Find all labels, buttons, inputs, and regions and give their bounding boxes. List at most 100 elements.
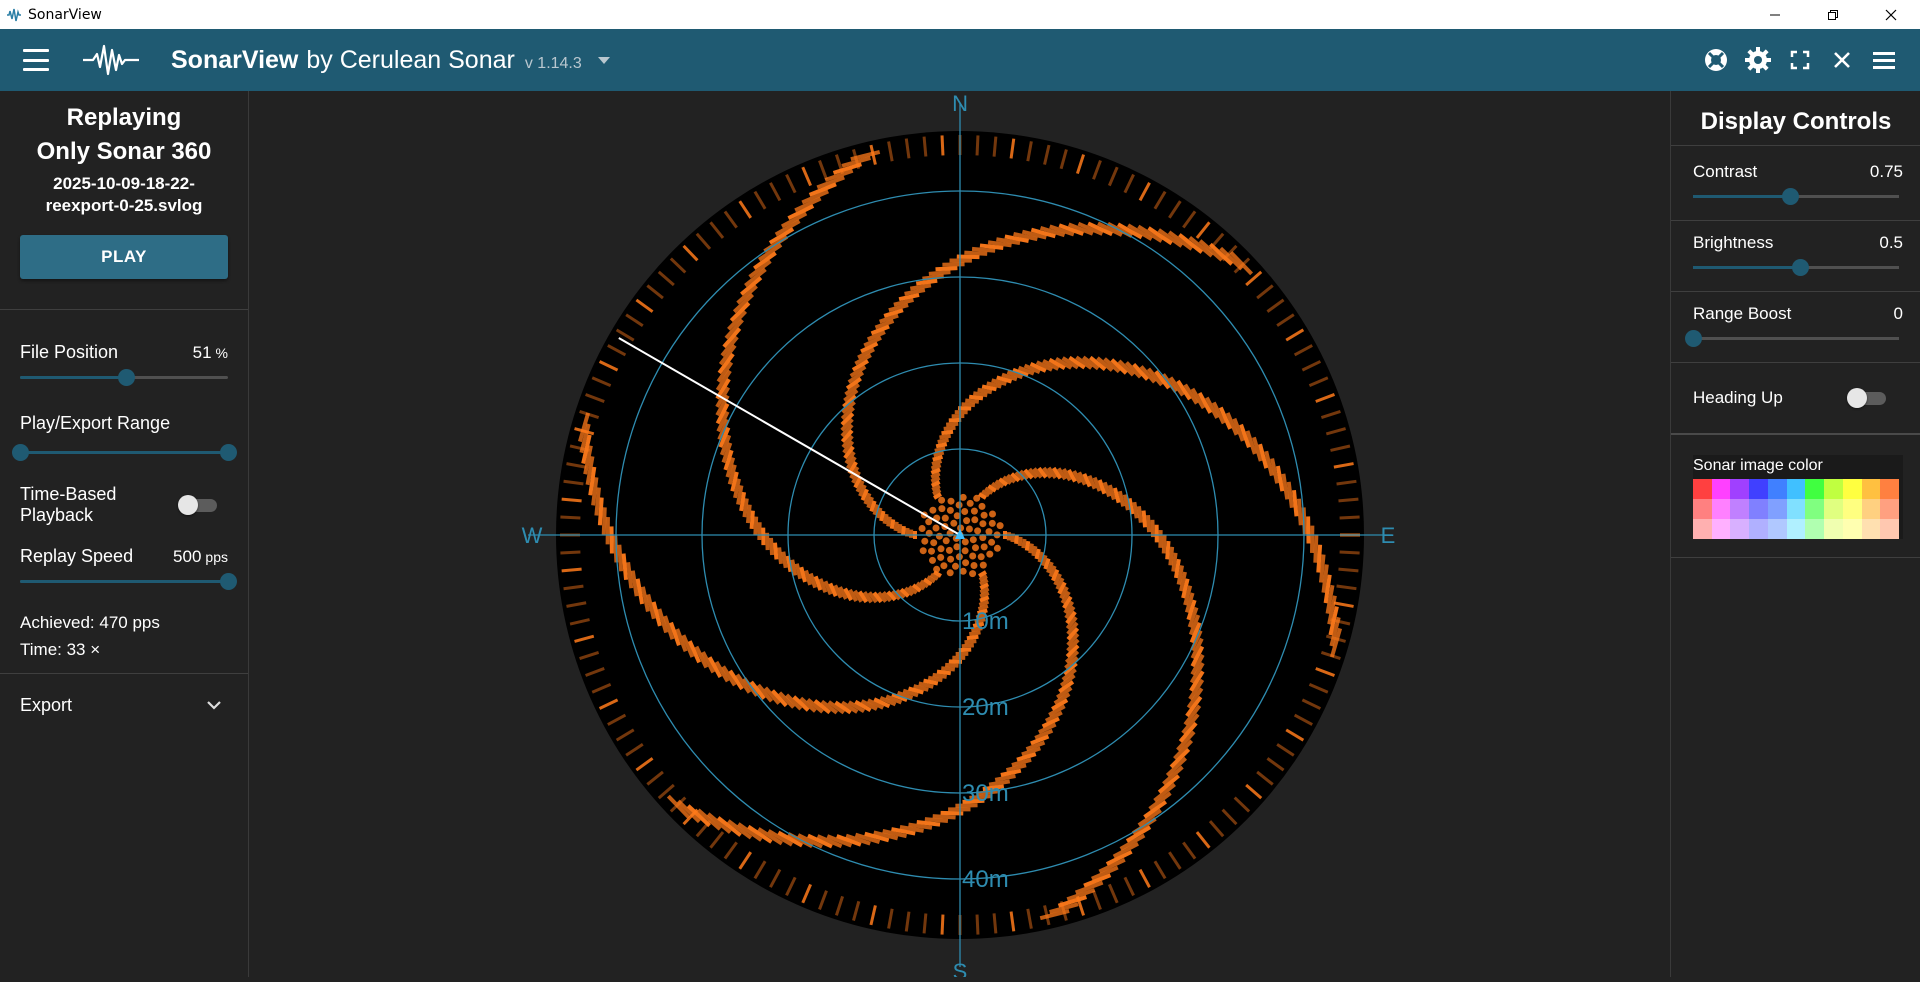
echo-mark (996, 522, 1004, 530)
color-swatch[interactable] (1711, 479, 1731, 499)
fullscreen-button[interactable] (1786, 46, 1814, 74)
color-swatch[interactable] (1767, 519, 1787, 539)
color-swatch[interactable] (1824, 499, 1843, 519)
color-swatch[interactable] (1749, 479, 1768, 499)
color-swatch[interactable] (1767, 479, 1787, 499)
color-swatch[interactable] (1805, 479, 1825, 499)
color-swatch[interactable] (1824, 479, 1843, 499)
echo-mark (963, 517, 971, 525)
replay-speed-slider[interactable] (20, 571, 237, 591)
color-swatch[interactable] (1880, 519, 1899, 539)
file-position-slider[interactable] (20, 367, 228, 387)
sidebar-menu-icon[interactable] (23, 49, 49, 71)
echo-mark (930, 539, 938, 547)
play-button[interactable]: PLAY (20, 235, 228, 279)
brand-by: by Cerulean Sonar (306, 45, 515, 74)
color-swatch[interactable] (1805, 519, 1825, 539)
color-swatch[interactable] (1786, 479, 1806, 499)
restore-button[interactable] (1804, 0, 1862, 29)
compass-north-label: N (952, 91, 968, 116)
color-swatch[interactable] (1749, 519, 1768, 539)
heading-up-toggle[interactable] (1847, 388, 1889, 408)
color-swatch[interactable] (1842, 519, 1862, 539)
brand-name: SonarView (171, 45, 299, 74)
color-swatch[interactable] (1880, 479, 1899, 499)
display-controls-panel: Display Controls Contrast 0.75 Brightnes… (1670, 91, 1920, 977)
play-export-range-slider[interactable] (12, 442, 237, 462)
echo-mark (965, 525, 973, 533)
color-swatch[interactable] (1693, 519, 1712, 539)
replay-speed-row: Replay Speed 500 pps (0, 546, 248, 567)
color-swatch[interactable] (1861, 499, 1881, 519)
version-dropdown-icon[interactable] (597, 56, 610, 64)
color-swatch[interactable] (1693, 479, 1712, 499)
app-header: SonarView by Cerulean Sonar v 1.14.3 (0, 29, 1920, 91)
color-swatch[interactable] (1786, 519, 1806, 539)
main-menu-button[interactable] (1870, 46, 1898, 74)
echo-mark (980, 511, 988, 519)
color-swatch[interactable] (1749, 499, 1768, 519)
contrast-thumb[interactable] (1781, 188, 1799, 205)
contrast-slider[interactable] (1693, 186, 1899, 206)
log-filename-line1: 2025-10-09-18-22- (53, 174, 195, 193)
brightness-thumb[interactable] (1792, 259, 1810, 276)
color-swatch[interactable] (1880, 499, 1899, 519)
color-swatch[interactable] (1711, 499, 1731, 519)
echo-mark (951, 414, 965, 419)
color-swatch[interactable] (1861, 519, 1881, 539)
device-name: Only Sonar 360 (36, 138, 212, 165)
time-based-toggle[interactable] (178, 495, 220, 515)
help-button[interactable] (1702, 46, 1730, 74)
color-swatch[interactable] (1693, 499, 1712, 519)
fullscreen-icon (1790, 50, 1810, 70)
echo-mark (929, 506, 937, 514)
minimize-button[interactable] (1746, 0, 1804, 29)
sonar-display[interactable]: N S W E 10m 20m 30m 40m (249, 91, 1670, 982)
echo-mark (940, 562, 948, 570)
settings-button[interactable] (1744, 46, 1772, 74)
echo-mark (937, 553, 945, 561)
menu-icon (1873, 52, 1895, 69)
help-icon (1705, 49, 1727, 71)
echo-mark (986, 550, 994, 558)
echo-mark (977, 553, 985, 561)
export-expander[interactable]: Export (0, 674, 248, 736)
range-end-thumb[interactable] (220, 444, 237, 461)
echo-mark (952, 562, 959, 570)
color-swatch[interactable] (1730, 499, 1750, 519)
echo-mark (1006, 532, 1012, 541)
file-position-thumb[interactable] (118, 369, 136, 386)
compass-east-label: E (1381, 523, 1396, 548)
range-boost-thumb[interactable] (1685, 330, 1702, 347)
close-app-button[interactable] (1828, 46, 1856, 74)
color-swatch[interactable] (1805, 499, 1825, 519)
replay-speed-thumb[interactable] (220, 573, 237, 590)
sonar-plot[interactable]: N S W E 10m 20m 30m 40m (249, 91, 1670, 982)
color-swatch[interactable] (1861, 479, 1881, 499)
color-swatch[interactable] (1711, 519, 1731, 539)
window-close-icon (1885, 9, 1897, 20)
color-swatch[interactable] (1842, 479, 1862, 499)
color-swatch-grid[interactable] (1693, 479, 1899, 539)
echo-mark (947, 497, 955, 505)
echo-mark (932, 524, 940, 532)
range-start-thumb[interactable] (12, 444, 29, 461)
color-swatch[interactable] (1730, 479, 1750, 499)
echo-mark (952, 655, 966, 660)
color-swatch[interactable] (1824, 519, 1843, 539)
window-titlebar: SonarView (0, 0, 1920, 29)
echo-mark (961, 643, 974, 649)
close-icon (1834, 52, 1850, 68)
color-swatch[interactable] (1730, 519, 1750, 539)
color-swatch[interactable] (1767, 499, 1787, 519)
echo-mark (988, 538, 996, 546)
color-swatch[interactable] (1842, 499, 1862, 519)
range-boost-slider[interactable] (1685, 328, 1899, 348)
divider (1671, 557, 1920, 558)
brightness-value: 0.5 (1879, 233, 1903, 252)
brightness-slider[interactable] (1693, 257, 1899, 277)
echo-mark (979, 561, 987, 569)
brand-title[interactable]: SonarView by Cerulean Sonar v 1.14.3 (171, 46, 610, 75)
window-close-button[interactable] (1862, 0, 1920, 29)
color-swatch[interactable] (1786, 499, 1806, 519)
